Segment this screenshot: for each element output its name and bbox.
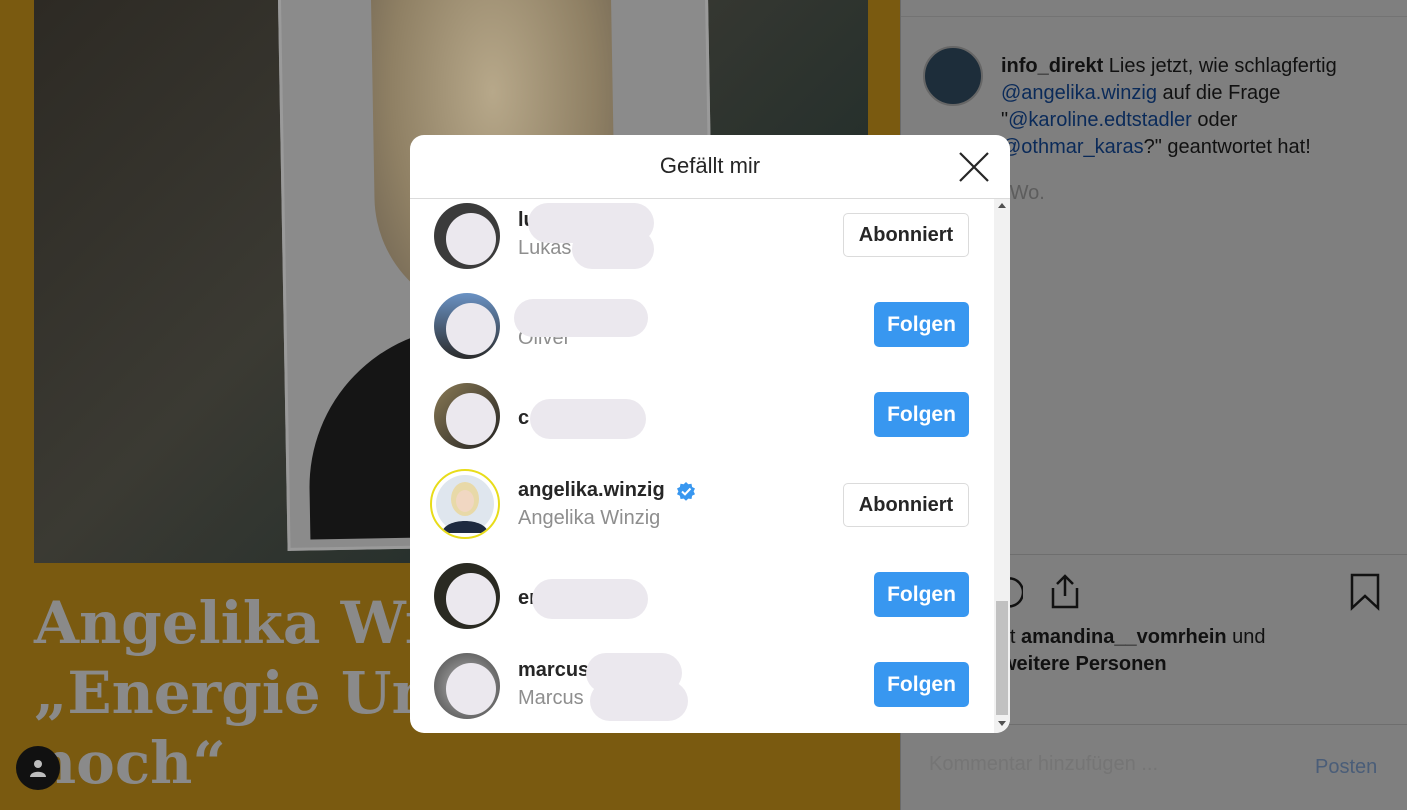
bookmark-icon[interactable]: [1349, 572, 1381, 612]
dialog-title: Gefällt mir: [659, 153, 761, 178]
avatar-redaction: [446, 393, 496, 445]
avatar[interactable]: [430, 469, 500, 539]
follow-button[interactable]: Folgen: [874, 662, 969, 707]
username[interactable]: angelika.winzig: [518, 479, 665, 502]
user-icon: [30, 760, 46, 777]
headline-line-3: noch“: [34, 729, 226, 797]
liked-by-username[interactable]: amandina__vomrhein: [1021, 626, 1227, 648]
likes-dialog: Gefällt mir lu Lukas Abonniert Oliver Fo…: [410, 135, 1010, 733]
scrollbar-thumb[interactable]: [996, 601, 1008, 715]
follow-button[interactable]: Folgen: [874, 302, 969, 347]
angelika-avatar-image: [436, 475, 494, 533]
list-item: Oliver Folgen: [410, 287, 994, 377]
avatar-redaction: [446, 213, 496, 265]
author-avatar[interactable]: [923, 46, 983, 106]
scrollbar[interactable]: [994, 199, 1010, 733]
avatar-redaction: [446, 303, 496, 355]
redaction: [514, 299, 648, 337]
scroll-down-arrow-icon[interactable]: [998, 721, 1006, 726]
verified-badge-icon: [677, 482, 695, 501]
follow-button[interactable]: Folgen: [874, 392, 969, 437]
author-username[interactable]: info_direkt: [1001, 55, 1103, 77]
follow-button[interactable]: Folgen: [874, 572, 969, 617]
list-item: lu Lukas Abonniert: [410, 197, 994, 287]
avatar[interactable]: [434, 383, 500, 449]
list-item: marcus Marcus Folgen: [410, 647, 994, 733]
fullname: Angelika Winzig: [518, 507, 661, 529]
close-icon[interactable]: [956, 149, 992, 185]
avatar[interactable]: [434, 653, 500, 719]
liked-by-text: llt amandina__vomrhein und weitere Person…: [1001, 624, 1391, 678]
list-item: angelika.winzig Angelika Winzig Abonnier…: [410, 467, 994, 557]
comment-input[interactable]: [927, 752, 1291, 777]
avatar[interactable]: [434, 293, 500, 359]
username[interactable]: c: [518, 407, 529, 430]
mention-othmar[interactable]: @othmar_karas: [1001, 136, 1144, 158]
mention-angelika[interactable]: @angelika.winzig: [1001, 82, 1157, 104]
avatar-redaction: [446, 663, 496, 715]
avatar[interactable]: [434, 203, 500, 269]
redaction: [532, 579, 648, 619]
caption-text-1: Lies jetzt, wie schlagfertig: [1103, 55, 1337, 77]
likes-list: lu Lukas Abonniert Oliver Folgen c Folge…: [410, 199, 994, 733]
caption-text-4: ?" geantwortet hat!: [1143, 136, 1311, 158]
avatar[interactable]: [434, 563, 500, 629]
user-tag-button[interactable]: [16, 746, 60, 790]
liked-by-suffix: und: [1226, 626, 1266, 648]
scroll-up-arrow-icon[interactable]: [998, 203, 1006, 208]
following-button[interactable]: Abonniert: [843, 213, 969, 257]
dialog-header: Gefällt mir: [410, 135, 1010, 199]
list-item: c Folgen: [410, 377, 994, 467]
post-comment-button[interactable]: Posten: [1315, 756, 1377, 779]
username[interactable]: marcus: [518, 659, 589, 682]
caption-text-2: auf die Frage: [1156, 82, 1281, 104]
post-caption: info_direkt Lies jetzt, wie schlagfertig…: [1001, 53, 1391, 161]
redaction: [590, 681, 688, 721]
post-top-band: [901, 0, 1407, 17]
following-button[interactable]: Abonniert: [843, 483, 969, 527]
caption-text-3: oder: [1191, 109, 1238, 131]
share-icon[interactable]: [1047, 572, 1083, 612]
liked-by-others[interactable]: weitere Personen: [1001, 653, 1167, 675]
redaction: [572, 229, 654, 269]
redaction: [530, 399, 646, 439]
list-item: er Folgen: [410, 557, 994, 647]
fullname: Marcus: [518, 687, 584, 709]
avatar-redaction: [446, 573, 496, 625]
mention-karoline[interactable]: @karoline.edtstadler: [1008, 109, 1192, 131]
